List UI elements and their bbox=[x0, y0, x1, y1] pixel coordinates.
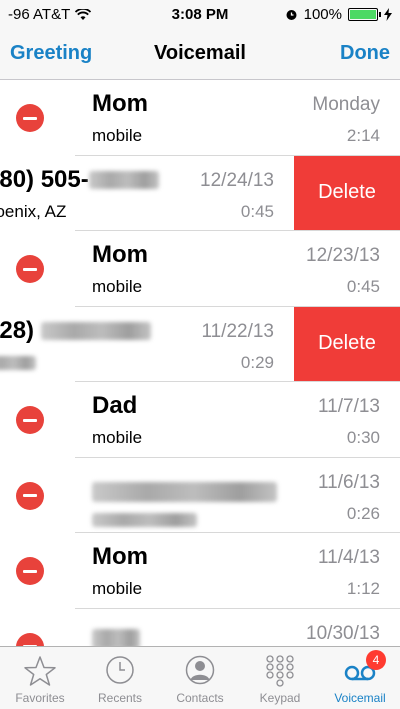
redacted-text bbox=[92, 629, 140, 646]
contact-icon bbox=[185, 655, 215, 685]
row-content: 928) 11/22/13 0:29 bbox=[0, 307, 294, 382]
tab-label: Voicemail bbox=[334, 691, 386, 705]
battery-percent: 100% bbox=[303, 6, 342, 23]
tab-label: Contacts bbox=[176, 691, 224, 705]
row-content: 10/30/13 bbox=[0, 609, 400, 646]
tab-favorites[interactable]: Favorites bbox=[0, 647, 80, 709]
voicemail-date: 12/24/13 bbox=[200, 169, 274, 191]
voicemail-row[interactable]: Mom mobile Monday 2:14 bbox=[0, 80, 400, 156]
tab-recents[interactable]: Recents bbox=[80, 647, 160, 709]
alarm-icon bbox=[286, 10, 297, 20]
voicemail-date: 11/4/13 bbox=[318, 547, 380, 568]
clock-icon bbox=[106, 656, 134, 684]
nav-bar: Greeting Voicemail Done bbox=[0, 30, 400, 80]
caller-label: mobile bbox=[92, 428, 143, 447]
caller-name bbox=[92, 478, 277, 506]
tab-contacts[interactable]: Contacts bbox=[160, 647, 240, 709]
voicemail-row[interactable]: Mom mobile 11/4/13 1:12 bbox=[0, 533, 400, 609]
star-icon bbox=[24, 656, 56, 686]
row-content: Mom mobile 11/4/13 1:12 bbox=[0, 533, 400, 608]
row-content: Mom mobile 12/23/13 0:45 bbox=[0, 231, 400, 306]
caller-name: Mom bbox=[92, 90, 148, 117]
done-button[interactable]: Done bbox=[340, 42, 390, 65]
voicemail-row[interactable]: Mom mobile 12/23/13 0:45 bbox=[0, 231, 400, 307]
voicemail-date: 11/22/13 bbox=[201, 320, 274, 342]
charging-icon bbox=[384, 8, 392, 21]
delete-button[interactable]: Delete bbox=[294, 155, 400, 230]
caller-name bbox=[92, 625, 140, 646]
caller-label: mobile bbox=[92, 277, 143, 296]
caller-name: Mom bbox=[92, 241, 148, 268]
voicemail-duration: 1:12 bbox=[346, 579, 380, 598]
redacted-text bbox=[40, 322, 151, 341]
voicemail-duration: 0:30 bbox=[346, 428, 380, 447]
row-content: Dad mobile 11/7/13 0:30 bbox=[0, 382, 400, 457]
redacted-text bbox=[0, 356, 36, 371]
voicemail-duration: 0:45 bbox=[240, 201, 274, 221]
caller-name: 480) 505- bbox=[0, 166, 159, 194]
voicemail-date: 12/23/13 bbox=[306, 245, 380, 266]
caller-name: Dad bbox=[92, 392, 138, 419]
row-content: Mom mobile Monday 2:14 bbox=[0, 80, 400, 155]
tab-voicemail[interactable]: 4 Voicemail bbox=[320, 647, 400, 709]
tab-keypad[interactable]: Keypad bbox=[240, 647, 320, 709]
redacted-text bbox=[92, 513, 197, 528]
caller-location bbox=[0, 353, 36, 373]
voicemail-duration: 0:29 bbox=[240, 352, 274, 372]
tab-label: Favorites bbox=[15, 691, 65, 705]
voicemail-row[interactable]: 480) 505- hoenix, AZ 12/24/13 0:45 Delet… bbox=[0, 155, 400, 231]
caller-name: Mom bbox=[92, 543, 148, 570]
tab-label: Recents bbox=[97, 691, 143, 705]
voicemail-duration: 0:45 bbox=[346, 277, 380, 296]
caller-label: mobile bbox=[92, 126, 143, 145]
voicemail-row[interactable]: 11/6/13 0:26 bbox=[0, 457, 400, 533]
redacted-text bbox=[92, 482, 277, 503]
voicemail-list[interactable]: Mom mobile Monday 2:14 480) 505- hoenix,… bbox=[0, 80, 400, 646]
voicemail-date: 10/30/13 bbox=[306, 622, 380, 644]
status-bar: -96 AT&T 3:08 PM 100% bbox=[0, 0, 400, 30]
tab-bar: Favorites Recents Contacts Keypad 4 Voic… bbox=[0, 646, 400, 709]
voicemail-row[interactable]: 928) 11/22/13 0:29 Delete bbox=[0, 306, 400, 382]
caller-label bbox=[92, 510, 197, 530]
keypad-icon bbox=[266, 655, 294, 687]
battery-area: 100% bbox=[285, 6, 392, 23]
voicemail-date: 11/7/13 bbox=[318, 396, 380, 417]
voicemail-row[interactable]: 10/30/13 bbox=[0, 608, 400, 646]
unread-badge: 4 bbox=[366, 650, 386, 670]
voicemail-row[interactable]: Dad mobile 11/7/13 0:30 bbox=[0, 382, 400, 458]
delete-button[interactable]: Delete bbox=[294, 306, 400, 381]
redacted-text bbox=[88, 171, 159, 190]
voicemail-duration: 2:14 bbox=[346, 126, 380, 145]
caller-name: 928) bbox=[0, 317, 151, 345]
voicemail-date: Monday bbox=[312, 94, 380, 115]
tab-label: Keypad bbox=[259, 691, 301, 705]
caller-location: hoenix, AZ bbox=[0, 201, 67, 221]
voicemail-date: 11/6/13 bbox=[318, 471, 380, 493]
row-content: 480) 505- hoenix, AZ 12/24/13 0:45 bbox=[0, 156, 294, 231]
battery-icon bbox=[348, 8, 381, 21]
voicemail-duration: 0:26 bbox=[346, 503, 380, 523]
row-content: 11/6/13 0:26 bbox=[0, 458, 400, 533]
caller-label: mobile bbox=[92, 579, 143, 598]
